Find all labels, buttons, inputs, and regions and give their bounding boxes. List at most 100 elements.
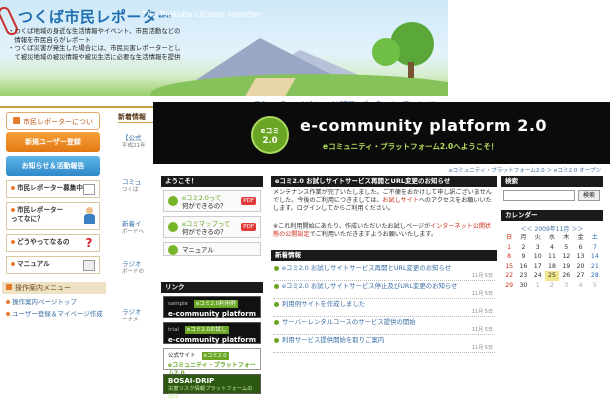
calendar-day[interactable]: 21 <box>588 262 602 272</box>
calendar-day[interactable]: 20 <box>573 262 587 272</box>
search-input[interactable] <box>503 190 575 201</box>
calendar-month-nav[interactable]: ＜＜ 2009年11月 ＞＞ <box>501 224 603 233</box>
calendar-day[interactable]: 5 <box>559 243 573 253</box>
intro-line: て被災地域の被災情報や被災生活に必要な生活情報を提供 <box>8 52 181 61</box>
news-row[interactable]: サーバーレンタルコースのサービス提供の開始 11月 5日 <box>273 318 495 335</box>
calendar-day[interactable]: 5 <box>588 281 602 291</box>
about-reporter-link[interactable]: 市民レポーターについて <box>6 112 100 144</box>
news-row[interactable]: 利用サービス提供開始を取りご案内 11月 5日 <box>273 336 495 353</box>
question-mark-icon: ? <box>85 236 93 250</box>
orange-dot-icon <box>6 312 10 316</box>
operation-guide-top-link[interactable]: 操作案内ページトップ <box>6 298 106 306</box>
news-date: 11月 5日 <box>471 327 493 333</box>
reporter-news-item[interactable]: コミュ <box>122 176 142 186</box>
what-is-reporter-card[interactable]: 市民レポーター ってなに？ <box>6 202 100 230</box>
calendar-day[interactable]: 26 <box>559 271 573 281</box>
calendar-day[interactable]: 1 <box>502 243 516 253</box>
calendar-day[interactable]: 30 <box>516 281 530 291</box>
intro-line: ・つくば災害が発生した場合には、市民災害レポーターとし <box>8 44 181 53</box>
calendar-day[interactable]: 23 <box>516 271 530 281</box>
public-setting-link-cont[interactable]: 態の公開設定 <box>273 231 310 238</box>
search-button[interactable]: 検索 <box>578 190 600 201</box>
reporter-news-snippet: 平成21年 <box>122 143 146 149</box>
calendar-day[interactable]: 27 <box>573 271 587 281</box>
calendar-day[interactable]: 3 <box>531 243 545 253</box>
links-heading: リンク <box>161 282 263 293</box>
calendar-day[interactable]: 22 <box>502 271 516 281</box>
calendar-day[interactable]: 17 <box>531 262 545 272</box>
calendar-day[interactable]: 29 <box>502 281 516 291</box>
news-row[interactable]: 利用例サイトを作成しました 11月 5日 <box>273 300 495 317</box>
reporter-news-item[interactable]: 新着イ <box>122 218 142 228</box>
platform-breadcrumb[interactable]: eコミュニティ・プラットフォーム2.0 ＞ eコミ2.0 オープン <box>449 166 601 174</box>
official-site-banner[interactable]: 公式サイトeコミ2.0 eコミュニティ・プラットフォーム2.0 <box>163 348 261 377</box>
sample-site-banner[interactable]: sampleeコミ2.0利用例 e-community platform 2.0 <box>163 296 261 326</box>
banner-tag-label: eコミ2.0 <box>201 352 229 360</box>
reporter-news-item[interactable]: 【公式 <box>122 132 142 142</box>
banner-title: BOSAI-DRIP <box>168 377 215 385</box>
calendar-week-row: 15 16 17 18 19 20 21 <box>502 262 602 272</box>
notice-body: メンテナンス作業が完了いたしました。ご不便をおかけして申し訳ございませんでした。… <box>273 189 495 214</box>
manual-card[interactable]: マニュアル <box>6 256 100 274</box>
banner-tag: trial <box>168 327 179 333</box>
trial-site-banner[interactable]: trialeコミ2.0お試し e-community platform 2.0 <box>163 322 261 352</box>
calendar-day[interactable]: 12 <box>559 252 573 262</box>
calendar-day[interactable]: 28 <box>588 271 602 281</box>
news-activity-button[interactable]: お知らせ＆活動報告 <box>6 156 100 176</box>
calendar-day[interactable]: 24 <box>531 271 545 281</box>
news-row[interactable]: eコミ2.0 お試しサイトサービス停止及びURL変更のお知らせ 11月 5日 <box>273 282 495 299</box>
calendar-day[interactable]: 13 <box>573 252 587 262</box>
logo-text-bottom: 2.0 <box>262 136 278 146</box>
calendar-day[interactable]: 4 <box>545 243 559 253</box>
how-to-become-card[interactable]: どうやってなるの ? <box>6 234 100 252</box>
news-row[interactable]: eコミ2.0 お試しサイトサービス再開とURL変更のお知らせ 11月 5日 <box>273 264 495 281</box>
calendar-heading: カレンダー <box>501 210 603 221</box>
news-title: eコミ2.0 お試しサイトサービス停止及びURL変更のお知らせ <box>282 282 458 290</box>
calendar-day[interactable]: 18 <box>545 262 559 272</box>
intro-line: 情報を市民自らがレポート <box>8 35 92 44</box>
user-registration-link[interactable]: ユーザー登録＆マイページ作成 <box>6 310 106 318</box>
bosai-drip-banner[interactable]: BOSAI-DRIP 災害リスク情報プラットフォームの開発 <box>163 374 261 400</box>
person-head <box>86 207 93 214</box>
calendar-day[interactable]: 7 <box>588 243 602 253</box>
reporter-news-item[interactable]: ラジオ <box>122 258 141 268</box>
platform-right-column: 検索 検索 カレンダー ＜＜ 2009年11月 ＞＞ 日 月 火 水 木 金 土… <box>501 176 603 400</box>
news-date: 11月 5日 <box>471 309 493 315</box>
calendar-day[interactable]: 3 <box>559 281 573 291</box>
calendar-day[interactable]: 16 <box>516 262 530 272</box>
orange-dot-icon <box>11 262 15 266</box>
calendar-day[interactable]: 2 <box>545 281 559 291</box>
calendar-day[interactable]: 15 <box>502 262 516 272</box>
what-is-ecomi-map-button[interactable]: eコミマップって 何ができるの？ PDF <box>163 216 261 238</box>
platform-news-heading: 新着情報 <box>271 250 497 261</box>
banner-caption: 災害リスク情報プラットフォームの開発 <box>168 386 253 400</box>
reporter-news-item[interactable]: ラジオ <box>122 306 141 316</box>
calendar-week-row: 8 9 10 11 12 13 14 <box>502 252 602 262</box>
how-to-become-label: どうやってなるの <box>17 238 70 246</box>
calendar-day[interactable]: 8 <box>502 252 516 262</box>
calendar-day[interactable]: 25 <box>544 271 560 281</box>
calendar-day[interactable]: 10 <box>531 252 545 262</box>
trial-site-link[interactable]: お試しサイト <box>382 197 418 204</box>
what-is-ecomi-button[interactable]: eコミ2.0って 何ができるの？ PDF <box>163 190 261 212</box>
green-bullet-icon <box>274 338 279 343</box>
weekday-label: 水 <box>548 234 556 241</box>
calendar-day[interactable]: 14 <box>588 252 602 262</box>
new-user-register-button[interactable]: 新規ユーザー登録 <box>6 132 100 152</box>
public-setting-link[interactable]: インターネット公開状 <box>430 223 491 230</box>
calendar-day[interactable]: 4 <box>573 281 587 291</box>
calendar-day[interactable]: 6 <box>573 243 587 253</box>
recruiting-card[interactable]: 市民レポーター募集中 <box>6 180 100 198</box>
weekday-label: 月 <box>520 234 527 241</box>
calendar-day[interactable]: 9 <box>516 252 530 262</box>
calendar-day[interactable]: 1 <box>531 281 545 291</box>
weekday-label: 火 <box>534 234 541 241</box>
operation-menu-label: 操作案内メニュー <box>15 284 71 292</box>
news-title: 利用サービス提供開始を取りご案内 <box>282 336 385 344</box>
calendar-day[interactable]: 19 <box>559 262 573 272</box>
calendar-week-row: 29 30 1 2 3 4 5 <box>502 281 602 291</box>
manual-button[interactable]: マニュアル <box>163 242 261 256</box>
ecomi-logo[interactable]: eコミ 2.0 <box>251 116 289 154</box>
calendar-day[interactable]: 2 <box>516 243 530 253</box>
calendar-day[interactable]: 11 <box>545 252 559 262</box>
